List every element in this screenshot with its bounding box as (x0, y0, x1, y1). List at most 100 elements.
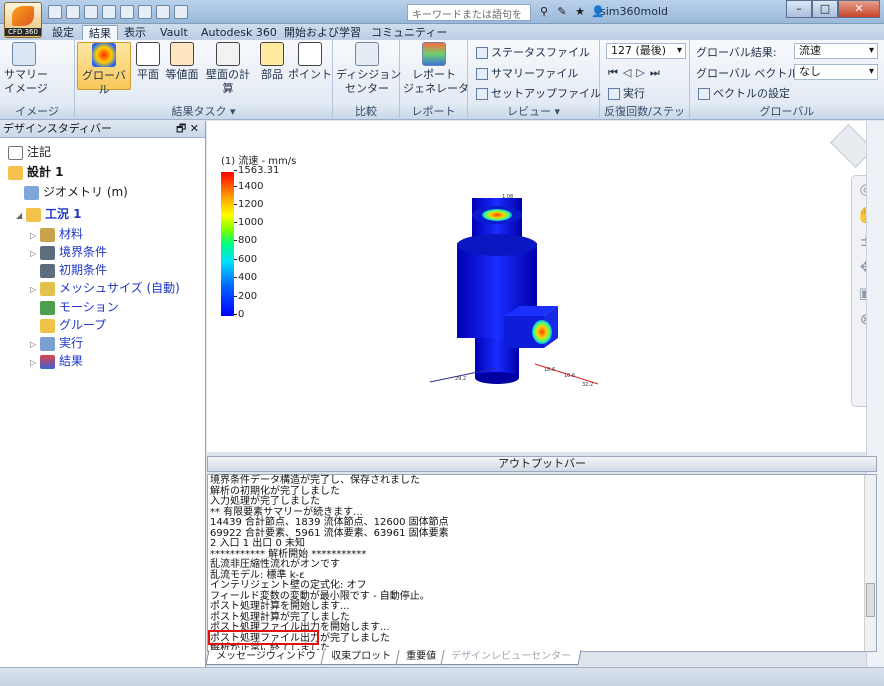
tree-item-run[interactable]: ▷ 実行 (30, 334, 83, 352)
tree-item-groups[interactable]: グループ (40, 316, 106, 334)
tree-item-results[interactable]: ▷ 結果 (30, 352, 83, 370)
maximize-button[interactable]: □ (812, 0, 838, 18)
axis-label: 29.2 (455, 376, 466, 382)
parts-icon (260, 42, 284, 66)
results-icon (40, 354, 55, 369)
redo-icon[interactable] (138, 5, 152, 19)
title-bar: キーワードまたは語句を入力 ⚲ ✎ ★ 👤 sim360mold – □ ✕ (0, 0, 884, 36)
iteration-select[interactable]: 127 (最後) (606, 43, 686, 59)
tree-label: メッシュサイズ (自動) (59, 281, 180, 295)
group-review-title[interactable]: レビュー ▾ (468, 104, 599, 119)
application-button[interactable]: CFD 360 (4, 2, 42, 38)
expand-arrow-icon[interactable]: ▷ (30, 245, 40, 263)
message-scrollbar[interactable] (864, 475, 876, 651)
tab-view[interactable]: 表示 (118, 25, 152, 41)
tab-vault[interactable]: Vault (154, 25, 194, 41)
tab-message-window[interactable]: メッセージウィンドウ (205, 650, 327, 665)
save-icon[interactable] (84, 5, 98, 19)
view-icon[interactable] (174, 5, 188, 19)
scenario-icon (26, 207, 41, 222)
inlet-hotspot (532, 320, 552, 344)
user-name[interactable]: sim360mold (600, 5, 668, 18)
global-label: グローバル (82, 69, 126, 96)
ribbon: サマリー イメージ イメージ グローバル 平面 等値面 壁面の計算 部品 ポイン… (0, 40, 884, 133)
tree-item-mesh-size[interactable]: ▷ メッシュサイズ (自動) (30, 279, 180, 297)
group-image-title: イメージ (0, 104, 74, 119)
panel-header: デザインスタディバー 🗗 ✕ (0, 121, 205, 138)
setup-file-label: セットアップファイル (491, 87, 601, 100)
global-result-select[interactable]: 流速 (794, 43, 878, 59)
minimize-button[interactable]: – (786, 0, 812, 18)
global-icon (92, 43, 116, 67)
first-step-icon[interactable]: ⏮ (608, 66, 623, 79)
search-input[interactable]: キーワードまたは語句を入力 (407, 4, 531, 36)
binoculars-icon[interactable]: ⚲ (537, 5, 551, 19)
status-bar (0, 667, 884, 686)
run-button[interactable]: 実行 (608, 85, 645, 101)
setup-file-item[interactable]: セットアップファイル (476, 85, 601, 101)
scrollbar-thumb[interactable] (866, 583, 875, 617)
tree-item-scenario[interactable]: ◢ 工況 1 (16, 205, 82, 223)
tab-settings[interactable]: 設定 (46, 25, 80, 41)
tab-convergence-plot[interactable]: 収束プロット (320, 650, 402, 665)
close-button[interactable]: ✕ (838, 0, 880, 18)
tree-item-motion[interactable]: モーション (40, 298, 119, 316)
star-icon[interactable]: ★ (573, 5, 587, 19)
tree-label: 設計 1 (27, 165, 64, 179)
group-result-tasks-title[interactable]: 結果タスク ▾ (75, 104, 332, 119)
undo-icon[interactable] (120, 5, 134, 19)
plane-button[interactable]: 平面 (133, 42, 163, 82)
isosurface-button[interactable]: 等値面 (164, 42, 200, 82)
tree-label: 結果 (59, 354, 84, 368)
summary-image-button[interactable]: サマリー イメージ (4, 42, 48, 96)
last-step-icon[interactable]: ⏭ (650, 66, 665, 79)
decision-center-button[interactable]: ディシジョン センター (336, 42, 402, 96)
tab-getting-started[interactable]: 開始および学習 (278, 25, 367, 41)
parts-button[interactable]: 部品 (257, 42, 287, 82)
tab-autodesk360[interactable]: Autodesk 360 (195, 25, 283, 41)
expand-arrow-icon[interactable]: ▷ (30, 281, 40, 299)
tab-critical-values[interactable]: 重要値 (395, 650, 447, 665)
tree-item-boundary-conditions[interactable]: ▷ 境界条件 (30, 243, 107, 261)
wall-calc-label: 壁面の計算 (206, 68, 250, 95)
panel-pin-close[interactable]: 🗗 ✕ (176, 121, 199, 137)
wall-calc-button[interactable]: 壁面の計算 (201, 42, 255, 96)
tab-design-review-center[interactable]: デザインレビューセンター (440, 650, 582, 665)
global-vector-select[interactable]: なし (794, 64, 878, 80)
vector-settings-icon (698, 88, 710, 100)
tree-item-geometry[interactable]: ジオメトリ (m) (24, 183, 128, 201)
prev-step-icon[interactable]: ◁ (623, 66, 636, 79)
tree-item-initial-conditions[interactable]: 初期条件 (40, 261, 107, 279)
summary-file-item[interactable]: サマリーファイル (476, 65, 578, 81)
output-bar-header[interactable]: アウトプットバー (207, 456, 877, 472)
tree-item-notes[interactable]: 注記 (8, 143, 51, 161)
wrench-icon[interactable]: ✎ (555, 5, 569, 19)
outlet-hotspot (482, 209, 512, 221)
new-icon[interactable] (48, 5, 62, 19)
tree-item-design[interactable]: 設計 1 (8, 163, 64, 181)
legend-tick: 800 (233, 235, 258, 246)
point-label: ポイント (288, 68, 332, 81)
ribbon-tabs: 設定 結果 表示 Vault Autodesk 360 開始および学習 コミュニ… (0, 24, 884, 41)
design-study-panel: デザインスタディバー 🗗 ✕ 注記 設計 1 ジオメトリ (m) ◢ 工況 1 ▷… (0, 121, 206, 686)
tab-community[interactable]: コミュニティー (365, 25, 453, 41)
save-all-icon[interactable] (102, 5, 116, 19)
geometry-icon (24, 185, 39, 200)
tree-label: 実行 (59, 336, 84, 350)
initial-conditions-icon (40, 263, 55, 278)
expand-arrow-icon[interactable]: ▷ (30, 354, 40, 372)
open-icon[interactable] (66, 5, 80, 19)
vector-settings-button[interactable]: ベクトルの設定 (698, 85, 790, 101)
next-step-icon[interactable]: ▷ (636, 66, 649, 79)
transport-controls: ⏮◁▷⏭ (608, 66, 665, 80)
report-generator-label: レポート ジェネレータ (403, 68, 469, 95)
decision-center-label: ディシジョン センター (336, 68, 402, 95)
global-button[interactable]: グローバル (77, 42, 131, 96)
status-file-item[interactable]: ステータスファイル (476, 44, 590, 60)
report-generator-button[interactable]: レポート ジェネレータ (403, 42, 469, 96)
collapse-arrow-icon[interactable]: ◢ (16, 207, 26, 225)
tree-item-materials[interactable]: ▷ 材料 (30, 225, 83, 243)
launch-icon[interactable] (156, 5, 170, 19)
point-button[interactable]: ポイント (288, 42, 332, 82)
tab-results[interactable]: 結果 (82, 25, 118, 41)
